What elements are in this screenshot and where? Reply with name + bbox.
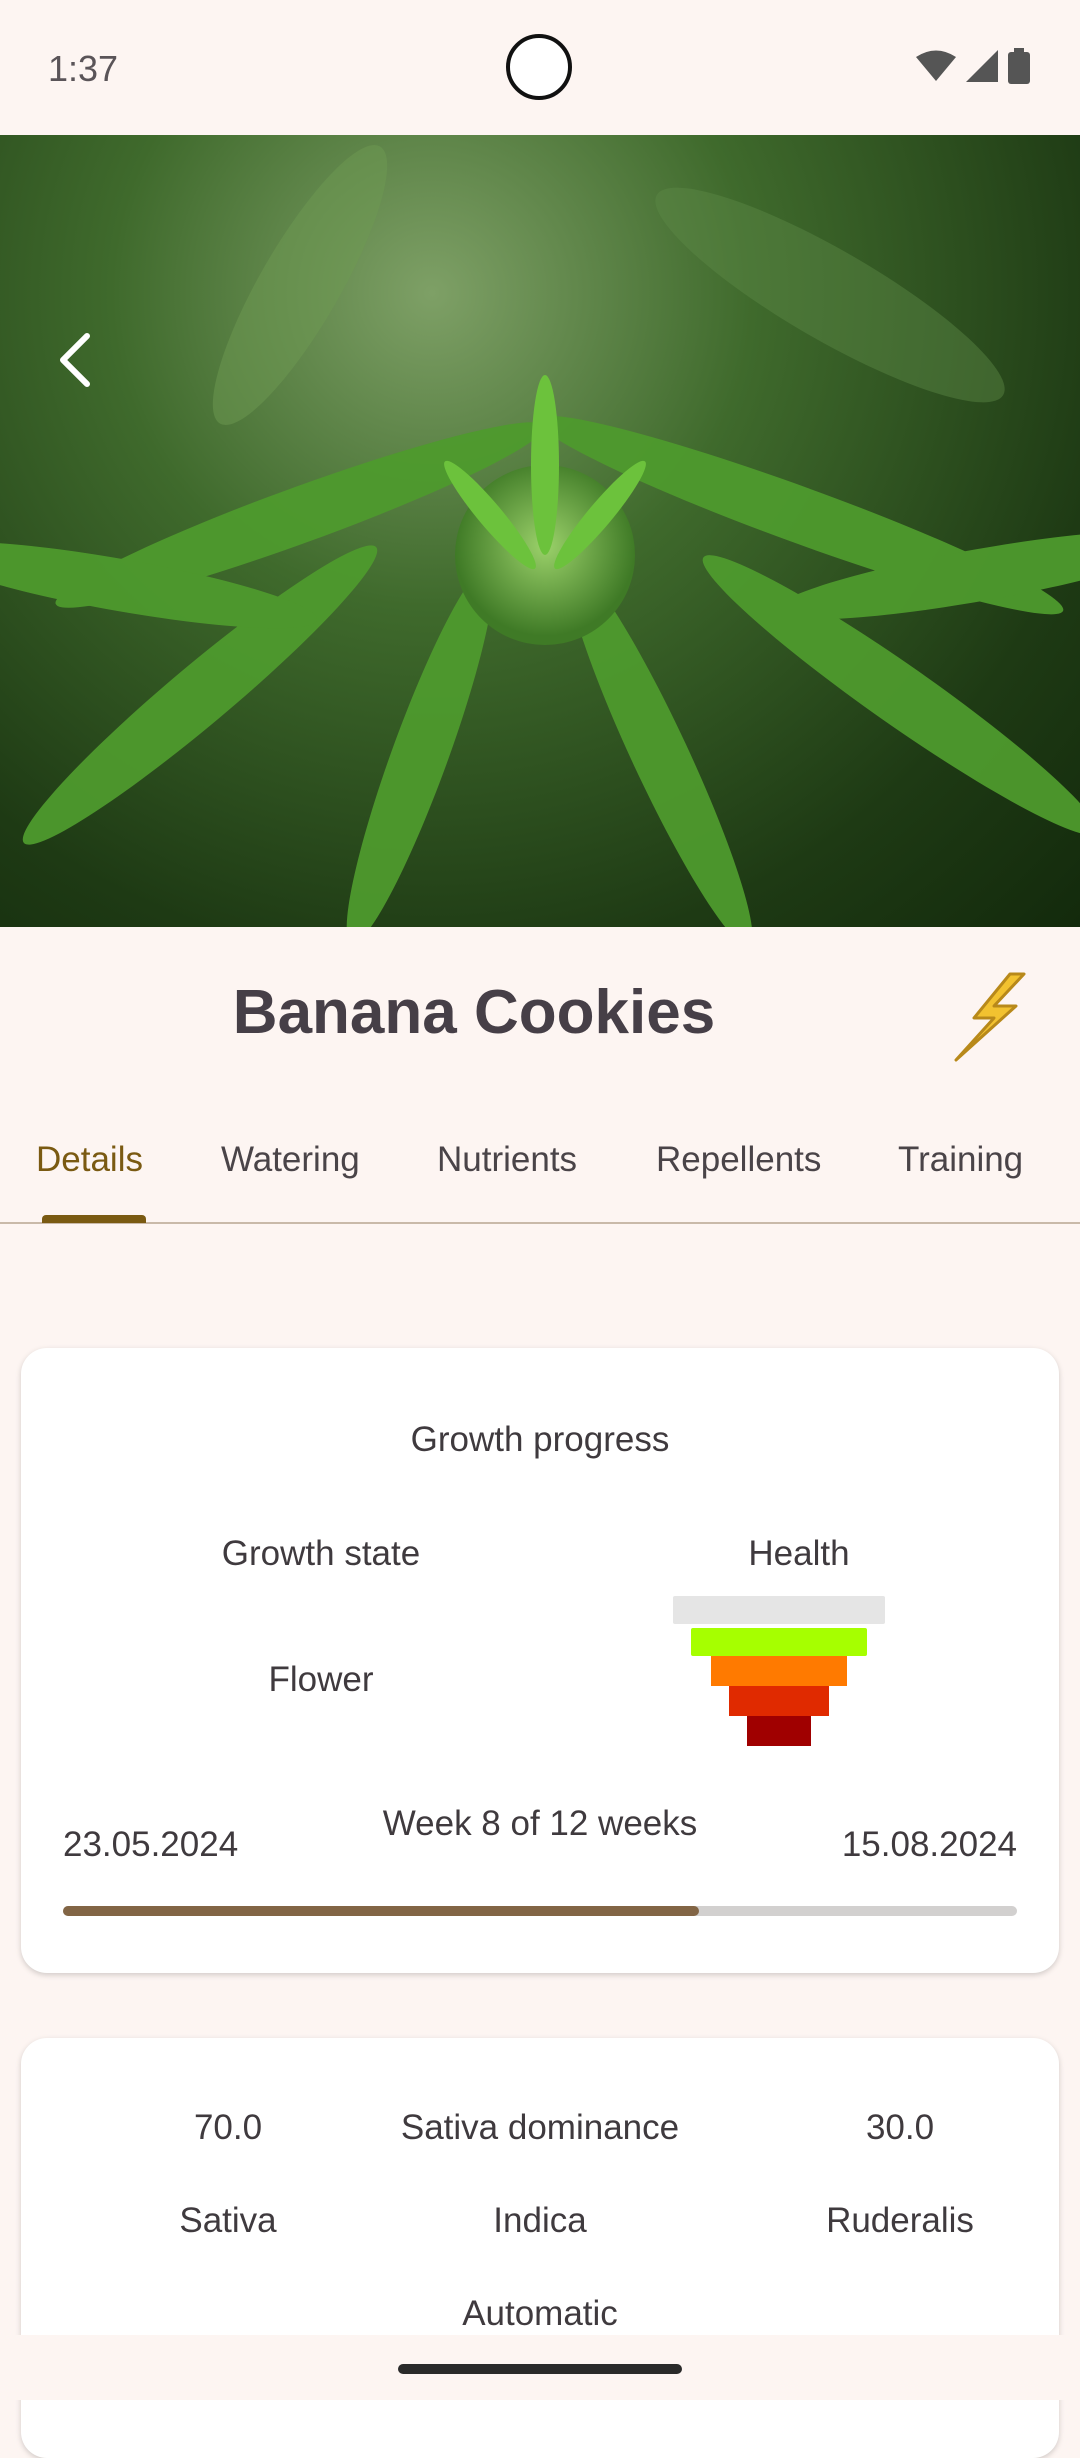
battery-icon — [1008, 48, 1030, 84]
lightning-icon — [954, 972, 1026, 1062]
boost-button[interactable] — [950, 972, 1030, 1062]
wifi-icon — [916, 50, 956, 81]
indica-label: Indica — [493, 2201, 587, 2240]
title-row: Banana Cookies — [0, 927, 1080, 1102]
indica-value: 30.0 — [865, 2108, 935, 2147]
ruderalis-label: Ruderalis — [826, 2201, 974, 2240]
health-label: Health — [748, 1534, 850, 1573]
status-time: 1:37 — [48, 48, 119, 89]
growth-progress-heading: Growth progress — [410, 1420, 670, 1459]
status-bar: 1:37 — [0, 0, 1080, 135]
growth-state-label: Growth state — [221, 1534, 421, 1573]
tab-bar: Details Watering Nutrients Repellents Tr… — [0, 1120, 1080, 1224]
plant-name-title: Banana Cookies — [232, 978, 716, 1047]
dominance-label: Sativa dominance — [400, 2108, 680, 2147]
growth-progress-fill — [63, 1906, 700, 1916]
tab-watering[interactable]: Watering — [221, 1140, 360, 1180]
tab-training[interactable]: Training — [898, 1140, 1023, 1180]
end-date: 15.08.2024 — [841, 1825, 1017, 1864]
tab-repellents[interactable]: Repellents — [656, 1140, 821, 1180]
signal-icon — [966, 50, 998, 82]
tab-indicator — [42, 1215, 146, 1223]
camera-cutout — [506, 34, 572, 100]
growth-progress-card: Growth progress Growth state Health Flow… — [21, 1348, 1059, 1973]
status-icons — [916, 48, 1030, 84]
back-button[interactable] — [40, 315, 110, 405]
plant-leaves-image — [0, 144, 1080, 927]
tab-details[interactable]: Details — [36, 1140, 143, 1180]
plant-photo — [0, 135, 1080, 927]
tab-nutrients[interactable]: Nutrients — [437, 1140, 577, 1180]
automatic-label: Automatic — [462, 2294, 618, 2333]
growth-progress-bar — [63, 1906, 1017, 1916]
gesture-nav-handle[interactable] — [398, 2364, 682, 2374]
chevron-left-icon — [60, 333, 90, 387]
health-indicator-icon — [673, 1596, 885, 1746]
growth-state-value: Flower — [268, 1660, 374, 1699]
